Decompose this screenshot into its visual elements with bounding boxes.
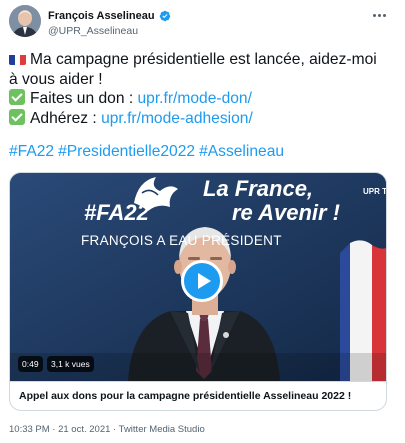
more-horizontal-icon[interactable] xyxy=(367,6,391,24)
author-name[interactable]: François Asselineau xyxy=(48,10,155,22)
tweet-timestamp[interactable]: 10:33 PM · 21 oct. 2021 · Twitter Media … xyxy=(9,424,205,435)
tweet-line-1-text: Ma campagne présidentielle est lancée, a… xyxy=(30,51,377,68)
hashtags: #FA22 #Presidentielle2022 #Asselineau xyxy=(9,143,288,161)
don-label: Faites un don : xyxy=(30,90,138,107)
tweet: François Asselineau @UPR_Asselineau Ma c… xyxy=(0,0,405,443)
video-logo-text: #FA22 xyxy=(84,200,149,225)
verified-badge-icon xyxy=(159,10,170,22)
adhesion-label: Adhérez : xyxy=(30,109,102,127)
hashtag-link[interactable]: #Presidentielle2022 xyxy=(58,143,195,160)
tweet-author[interactable]: François Asselineau @UPR_Asselineau xyxy=(48,8,171,37)
author-handle[interactable]: @UPR_Asselineau xyxy=(48,25,171,37)
channel-logo: UPR TV xyxy=(363,187,386,196)
avatar[interactable] xyxy=(9,5,41,37)
video-player[interactable]: La France, re Avenir ! #FA22 UPR TV FRAN… xyxy=(10,173,386,381)
tweet-line-2: à vous aider ! xyxy=(9,70,103,88)
play-icon[interactable] xyxy=(181,260,223,302)
tweet-text: Ma campagne présidentielle est lancée, a… xyxy=(9,50,389,128)
video-slogan-line-1: La France, xyxy=(203,176,314,201)
video-subtitle: FRANÇOIS A EAU PRÉSIDENT xyxy=(81,233,282,248)
check-mark-icon xyxy=(9,108,25,125)
flag-france-icon xyxy=(9,53,26,65)
tweet-line-don: Faites un don : upr.fr/mode-don/ xyxy=(9,89,389,109)
hashtag-link[interactable]: #FA22 xyxy=(9,143,54,160)
hashtag-link[interactable]: #Asselineau xyxy=(199,143,284,160)
check-mark-icon xyxy=(9,89,25,105)
video-slogan-line-2: re Avenir ! xyxy=(232,200,341,225)
adhesion-link[interactable]: upr.fr/mode-adhesion/ xyxy=(101,110,253,127)
video-views-badge: 3,1 k vues xyxy=(47,356,94,372)
video-card[interactable]: La France, re Avenir ! #FA22 UPR TV FRAN… xyxy=(9,172,387,411)
don-link[interactable]: upr.fr/mode-don/ xyxy=(138,90,252,107)
tweet-line-adhesion: Adhérez : upr.fr/mode-adhesion/ xyxy=(9,108,389,129)
video-duration-badge: 0:49 xyxy=(18,356,43,372)
tweet-line-1: Ma campagne présidentielle est lancée, a… xyxy=(9,50,389,70)
video-caption[interactable]: Appel aux dons pour la campagne présiden… xyxy=(10,381,386,410)
